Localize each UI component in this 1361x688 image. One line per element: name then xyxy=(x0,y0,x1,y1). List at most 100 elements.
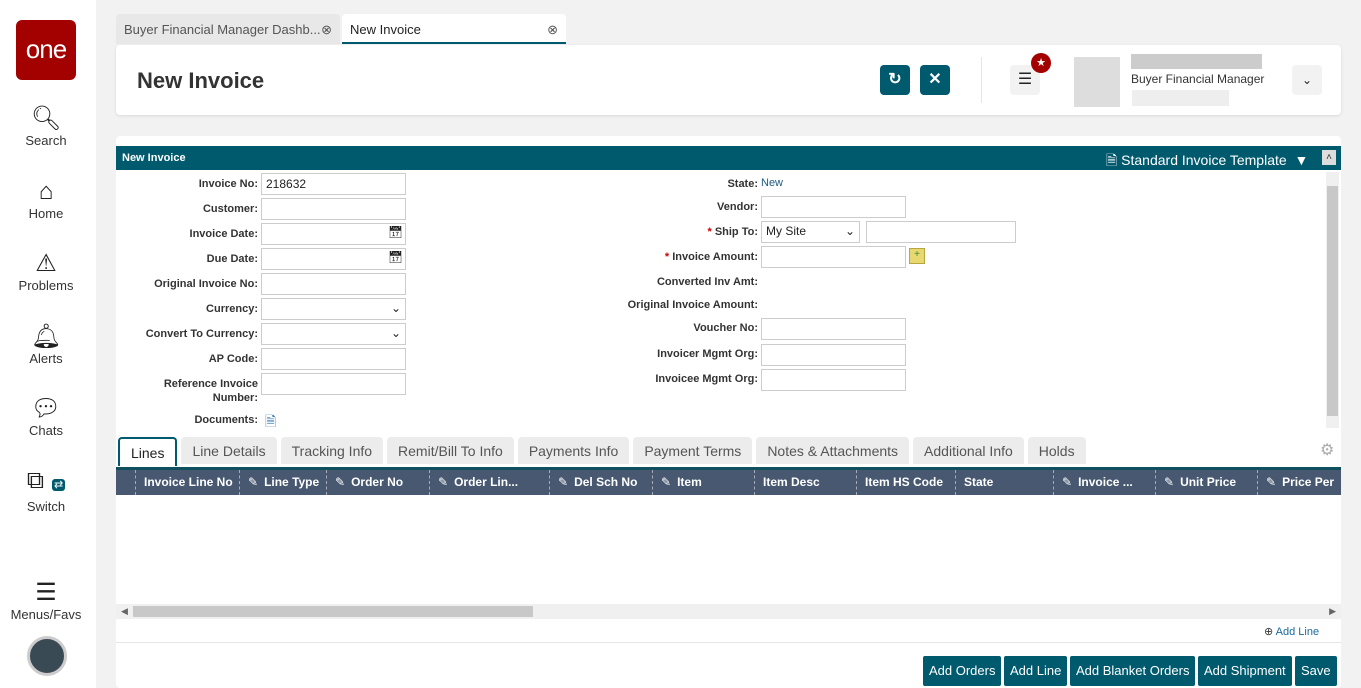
form-scrollbar[interactable] xyxy=(1326,172,1339,428)
ap-code-input[interactable] xyxy=(261,348,406,370)
logo[interactable]: one xyxy=(16,20,76,80)
add-line-link[interactable]: ⊕ Add Line xyxy=(1264,625,1319,638)
avatar[interactable] xyxy=(27,636,67,676)
nav-switch[interactable]: ⧉ ⇄ Switch xyxy=(0,467,92,514)
column-header[interactable]: ✎ Del Sch No xyxy=(549,470,652,495)
user-menu-chevron-button[interactable]: ⌄ xyxy=(1292,65,1322,95)
nav-problems[interactable]: ⚠︎ Problems xyxy=(0,250,92,293)
nav-search[interactable]: 🔍︎ Search xyxy=(0,105,92,148)
tab-label: New Invoice xyxy=(350,22,421,37)
invoice-amount-label: * Invoice Amount: xyxy=(556,251,758,263)
tab-bar: Buyer Financial Manager Dashb... ⊗ New In… xyxy=(116,14,568,45)
invoice-no-label: Invoice No: xyxy=(198,178,258,190)
documents-label: Documents: xyxy=(194,414,258,426)
column-header[interactable]: ✎ Unit Price xyxy=(1155,470,1257,495)
tab-additional-info[interactable]: Additional Info xyxy=(913,437,1024,464)
edit-icon: ✎ xyxy=(558,475,569,489)
nav-chats[interactable]: 💬︎ Chats xyxy=(0,395,92,438)
tab-notes-attachments[interactable]: Notes & Attachments xyxy=(756,437,910,464)
invoicee-input[interactable] xyxy=(761,369,906,391)
tab-tracking-info[interactable]: Tracking Info xyxy=(280,437,384,464)
nav-alerts[interactable]: 🔔︎ Alerts xyxy=(0,323,92,366)
tab-payments-info[interactable]: Payments Info xyxy=(517,437,630,464)
invoice-date-input[interactable]: 📅︎ xyxy=(261,223,406,245)
ship-to-detail-input[interactable] xyxy=(866,221,1016,243)
tab-remit-bill-to[interactable]: Remit/Bill To Info xyxy=(387,437,514,464)
tab-lines[interactable]: Lines xyxy=(118,437,178,466)
menu-icon: ☰ xyxy=(35,579,57,606)
invoice-no-input[interactable]: 218632 xyxy=(261,173,406,195)
add-blanket-orders-button[interactable]: Add Blanket Orders xyxy=(1070,656,1196,686)
state-value: New xyxy=(761,177,784,189)
user-role: Buyer Financial Manager xyxy=(1131,72,1265,86)
template-selector[interactable]: 🗎︎ Standard Invoice Template ▼ xyxy=(1106,150,1308,174)
calendar-icon[interactable]: 📅︎ xyxy=(388,225,403,239)
column-label: Price Per xyxy=(1282,475,1335,489)
customer-input[interactable] xyxy=(261,198,406,220)
document-icon[interactable]: 🗎︎ xyxy=(265,411,276,435)
ship-to-text: Ship To: xyxy=(714,226,758,238)
tab-holds[interactable]: Holds xyxy=(1027,437,1086,464)
column-header[interactable]: ✎ Price Per xyxy=(1257,470,1341,495)
ship-to-select[interactable]: My Site ⌄ xyxy=(761,221,860,243)
horizontal-scrollbar[interactable]: ◀ ▶ xyxy=(116,604,1341,619)
edit-icon: ✎ xyxy=(661,475,672,489)
column-label: Line Type xyxy=(264,475,320,489)
close-icon[interactable]: ⊗ xyxy=(321,14,332,44)
add-orders-button[interactable]: Add Orders xyxy=(923,656,1002,686)
calculator-icon[interactable]: + xyxy=(909,248,925,264)
column-header[interactable]: ✎ Item xyxy=(652,470,754,495)
due-date-input[interactable]: 📅︎ xyxy=(261,248,406,270)
original-amount-label: Original Invoice Amount: xyxy=(627,299,758,311)
add-shipment-button[interactable]: Add Shipment xyxy=(1198,656,1292,686)
column-header[interactable]: Item HS Code xyxy=(856,470,955,495)
column-header[interactable]: ✎ Line Type xyxy=(239,470,326,495)
tab-label: Buyer Financial Manager Dashb... xyxy=(124,22,321,37)
column-header[interactable]: ✎ Order No xyxy=(326,470,429,495)
plus-circle-icon: ⊕ xyxy=(1264,626,1274,638)
close-button[interactable]: ✕ xyxy=(920,65,950,95)
template-label: Standard Invoice Template xyxy=(1121,152,1287,168)
state-label: State: xyxy=(727,178,758,190)
calendar-icon[interactable]: 📅︎ xyxy=(388,250,403,264)
column-label: Order No xyxy=(351,475,404,489)
column-header[interactable]: ✎ Order Lin... xyxy=(429,470,549,495)
currency-select[interactable]: ⌄ xyxy=(261,298,406,320)
refresh-button[interactable]: ↻ xyxy=(880,65,910,95)
column-header[interactable]: Invoice Line No xyxy=(135,470,239,495)
voucher-input[interactable] xyxy=(761,318,906,340)
save-button[interactable]: Save xyxy=(1295,656,1337,686)
invoice-amount-input[interactable] xyxy=(761,246,906,268)
divider xyxy=(981,57,982,103)
convert-currency-select[interactable]: ⌄ xyxy=(261,323,406,345)
converted-amount-label: Converted Inv Amt: xyxy=(656,276,758,288)
ap-code-label: AP Code: xyxy=(208,353,258,365)
tab-payment-terms[interactable]: Payment Terms xyxy=(633,437,753,464)
gear-icon[interactable]: ⚙ xyxy=(1320,440,1334,460)
close-icon[interactable]: ⊗ xyxy=(547,14,558,42)
bell-icon: 🔔︎ xyxy=(30,323,62,350)
column-header[interactable]: State xyxy=(955,470,1053,495)
section-title: New Invoice xyxy=(122,152,186,164)
column-header[interactable]: Item Desc xyxy=(754,470,856,495)
column-label: Invoice ... xyxy=(1078,475,1133,489)
nav-menus[interactable]: ☰ Menus/Favs xyxy=(0,579,92,622)
invoice-amount-text: Invoice Amount: xyxy=(672,251,758,263)
nav-label: Problems xyxy=(18,278,74,293)
tab-dashboard[interactable]: Buyer Financial Manager Dashb... ⊗ xyxy=(116,14,340,44)
chevron-down-icon: ⌄ xyxy=(844,224,855,238)
collapse-icon[interactable]: ˄ xyxy=(1322,150,1336,165)
column-header[interactable]: ✎ Invoice ... xyxy=(1053,470,1155,495)
original-invoice-no-input[interactable] xyxy=(261,273,406,295)
reference-invoice-input[interactable] xyxy=(261,373,406,395)
invoicer-input[interactable] xyxy=(761,344,906,366)
tab-line-details[interactable]: Line Details xyxy=(181,437,277,464)
tab-new-invoice[interactable]: New Invoice ⊗ xyxy=(342,14,566,44)
column-label: State xyxy=(964,475,994,489)
user-org-redacted xyxy=(1132,90,1229,106)
ship-to-value: My Site xyxy=(766,224,807,238)
convert-currency-label: Convert To Currency: xyxy=(145,328,258,340)
add-line-button[interactable]: Add Line xyxy=(1004,656,1068,686)
vendor-input[interactable] xyxy=(761,196,906,218)
nav-home[interactable]: ⌂ Home xyxy=(0,178,92,221)
